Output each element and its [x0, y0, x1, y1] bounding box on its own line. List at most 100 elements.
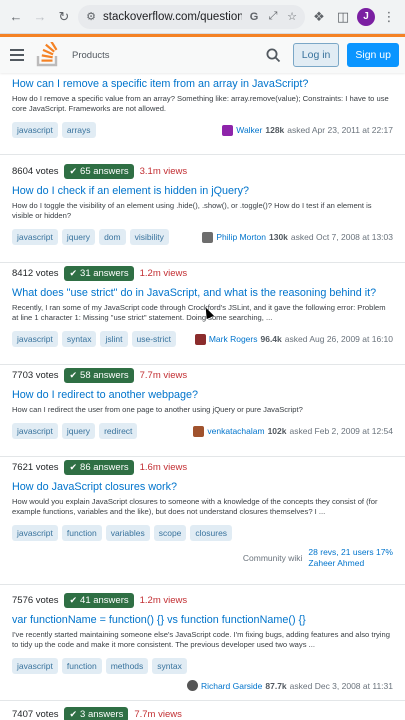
avatar[interactable] [202, 231, 214, 243]
avatar[interactable] [193, 425, 205, 437]
avatar[interactable] [186, 680, 198, 691]
site-header: Products Log in Sign up [0, 34, 405, 73]
vote-count: 7621 votes [12, 461, 59, 473]
tag[interactable]: redirect [99, 423, 138, 439]
sidepanel-icon[interactable]: ◫ [333, 7, 353, 27]
question-excerpt: How would you explain JavaScript closure… [12, 497, 378, 516]
question-stats: 8412 votes ✔ 31 answers 1.2m views [12, 264, 393, 282]
tag[interactable]: dom [99, 229, 126, 245]
vote-count: 8412 votes [12, 267, 59, 279]
question-summary: 7576 votes ✔ 41 answers 1.2m views var fu… [0, 585, 405, 701]
tag[interactable]: javascript [12, 423, 58, 439]
question-title[interactable]: How do JavaScript closures work? [12, 480, 393, 494]
asked-time[interactable]: asked Feb 2, 2009 at 12:54 [290, 426, 394, 436]
asked-time[interactable]: asked Dec 3, 2008 at 11:31 [290, 681, 393, 691]
answers-badge: ✔ 58 answers [64, 367, 134, 383]
tag[interactable]: visibility [129, 229, 169, 245]
user-name[interactable]: Walker [236, 125, 262, 135]
question-title[interactable]: How do I check if an element is hidden i… [12, 184, 393, 198]
answers-badge: ✔ 86 answers [64, 459, 134, 475]
user-name[interactable]: Mark Rogers [209, 334, 258, 344]
tag[interactable]: jslint [100, 331, 128, 347]
question-excerpt: I've recently started maintaining someon… [12, 630, 390, 649]
community-wiki-card: Community wiki 28 revs, 21 users 17% Zah… [12, 547, 393, 569]
tag[interactable]: function [61, 525, 102, 541]
check-icon: ✔ [69, 708, 78, 719]
hamburger-menu-icon[interactable] [10, 49, 24, 61]
tag[interactable]: variables [105, 525, 150, 541]
tag[interactable]: javascript [12, 658, 58, 674]
tag[interactable]: javascript [12, 229, 58, 245]
tag[interactable]: syntax [152, 658, 187, 674]
address-bar[interactable]: ⚙ stackoverflow.com/question... G ⤢ ☆ [78, 4, 305, 29]
tag-list: javascript function methods syntax [12, 658, 187, 674]
check-icon: ✔ [69, 165, 78, 176]
tag[interactable]: javascript [12, 525, 58, 541]
asked-time[interactable]: asked Aug 26, 2009 at 16:10 [285, 334, 393, 344]
avatar[interactable] [222, 124, 234, 136]
tag[interactable]: jquery [61, 229, 96, 245]
question-summary: 7621 votes ✔ 86 answers 1.6m views How do… [0, 457, 405, 585]
vote-count: 7703 votes [12, 369, 59, 381]
search-icon[interactable] [263, 44, 285, 66]
tag[interactable]: jquery [61, 423, 96, 439]
login-button[interactable]: Log in [292, 43, 340, 67]
user-name[interactable]: Philip Morton [216, 232, 266, 242]
asked-time[interactable]: asked Oct 7, 2008 at 13:03 [291, 232, 393, 242]
question-title[interactable]: var functionName = function() {} vs func… [12, 613, 393, 627]
tag[interactable]: methods [105, 658, 149, 674]
user-name[interactable]: Richard Garside [201, 681, 262, 691]
tag-list: javascript jquery redirect [12, 423, 138, 439]
products-link[interactable]: Products [72, 50, 255, 61]
tag[interactable]: arrays [61, 122, 96, 138]
user-reputation: 87.7k [265, 680, 287, 691]
google-icon[interactable]: G [247, 10, 261, 24]
back-icon[interactable]: ← [6, 7, 26, 27]
tag[interactable]: use-strict [131, 331, 176, 347]
user-reputation: 130k [269, 232, 288, 242]
extensions-icon[interactable]: ❖ [309, 7, 329, 27]
question-stats: 8604 votes ✔ 65 answers 3.1m views [12, 162, 393, 180]
stackoverflow-logo[interactable] [36, 39, 60, 68]
avatar[interactable] [194, 333, 206, 345]
answers-badge: ✔ 3 answers [64, 706, 129, 720]
user-card: Walker 128k asked Apr 23, 2011 at 22:17 [222, 124, 393, 136]
user-card: venkatachalam 102k asked Feb 2, 2009 at … [193, 425, 394, 437]
user-reputation: 128k [265, 125, 285, 135]
signup-button[interactable]: Sign up [347, 43, 399, 67]
question-title[interactable]: How can I remove a specific item from an… [12, 77, 393, 91]
question-title[interactable]: What does "use strict" do in JavaScript,… [12, 286, 393, 300]
asked-time[interactable]: asked Apr 23, 2011 at 22:17 [287, 125, 393, 135]
question-stats: 7621 votes ✔ 86 answers 1.6m views [12, 458, 393, 476]
check-icon: ✔ [69, 461, 78, 472]
tag-list: javascript syntax jslint use-strict [12, 331, 176, 347]
question-title[interactable]: How do I redirect to another webpage? [12, 388, 393, 402]
tag[interactable]: javascript [12, 331, 58, 347]
user-reputation: 96.4k [260, 334, 282, 344]
site-info-icon[interactable]: ⚙ [84, 10, 98, 24]
reload-icon[interactable]: ↻ [54, 7, 74, 27]
answers-badge: ✔ 41 answers [64, 592, 134, 608]
revisions-link[interactable]: 28 revs, 21 users 17% [308, 547, 393, 558]
tag-list: javascript function variables scope clos… [12, 525, 233, 541]
tag[interactable]: function [61, 658, 102, 674]
tag[interactable]: closures [190, 525, 233, 541]
menu-dots-icon[interactable]: ⋮ [379, 7, 399, 27]
bookmark-star-icon[interactable]: ☆ [285, 10, 299, 24]
check-icon: ✔ [69, 267, 78, 278]
view-count: 3.1m views [139, 165, 188, 177]
user-name[interactable]: venkatachalam [207, 426, 264, 436]
share-icon[interactable]: ⤢ [266, 10, 280, 24]
answers-badge: ✔ 65 answers [64, 163, 134, 179]
question-summary: How can I remove a specific item from an… [0, 73, 405, 155]
answers-badge: ✔ 31 answers [64, 265, 134, 281]
tag[interactable]: javascript [12, 122, 58, 138]
tag[interactable]: scope [153, 525, 187, 541]
user-name[interactable]: Zaheer Ahmed [308, 558, 393, 569]
question-stats: 7407 votes ✔ 3 answers 7.7m views [12, 705, 393, 720]
tag-list: javascript arrays [12, 122, 96, 138]
profile-avatar[interactable]: J [357, 7, 375, 26]
tag[interactable]: syntax [61, 331, 97, 347]
vote-count: 7576 votes [12, 594, 59, 606]
forward-icon[interactable]: → [30, 7, 50, 27]
